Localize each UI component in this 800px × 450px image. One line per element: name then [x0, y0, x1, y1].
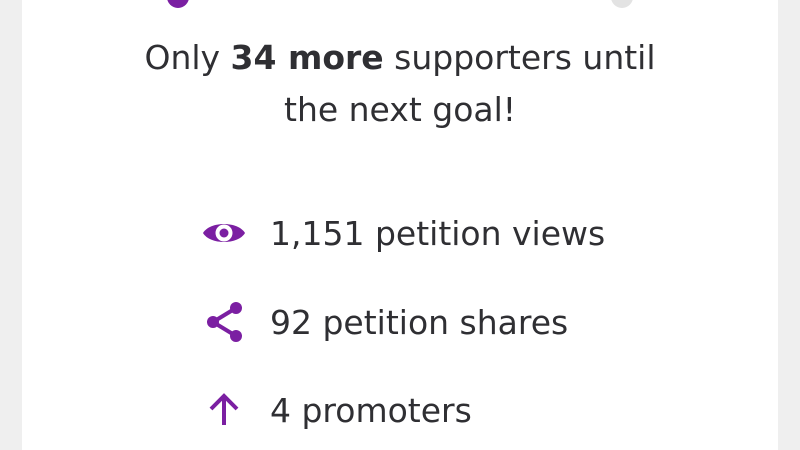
- stat-promoters: 4 promoters: [200, 385, 472, 435]
- progress-indicator-goal: [611, 0, 633, 8]
- eye-icon: [200, 209, 248, 257]
- petition-progress-card: Only 34 more supporters until the next g…: [22, 0, 778, 450]
- goal-prefix: Only: [144, 38, 231, 77]
- goal-line2: the next goal!: [284, 90, 516, 129]
- share-icon: [200, 298, 248, 346]
- stat-label: 92 petition shares: [270, 302, 569, 342]
- arrow-up-icon: [200, 386, 248, 434]
- stat-label: 1,151 petition views: [270, 213, 606, 253]
- supporters-remaining-count: 34 more: [230, 38, 384, 77]
- stat-petition-shares: 92 petition shares: [200, 297, 568, 347]
- stat-petition-views: 1,151 petition views: [200, 208, 605, 258]
- goal-line1-suffix: supporters until: [383, 38, 656, 77]
- stat-label: 4 promoters: [270, 390, 472, 430]
- next-goal-message: Only 34 more supporters until the next g…: [22, 32, 778, 136]
- progress-indicator-current: [167, 0, 189, 8]
